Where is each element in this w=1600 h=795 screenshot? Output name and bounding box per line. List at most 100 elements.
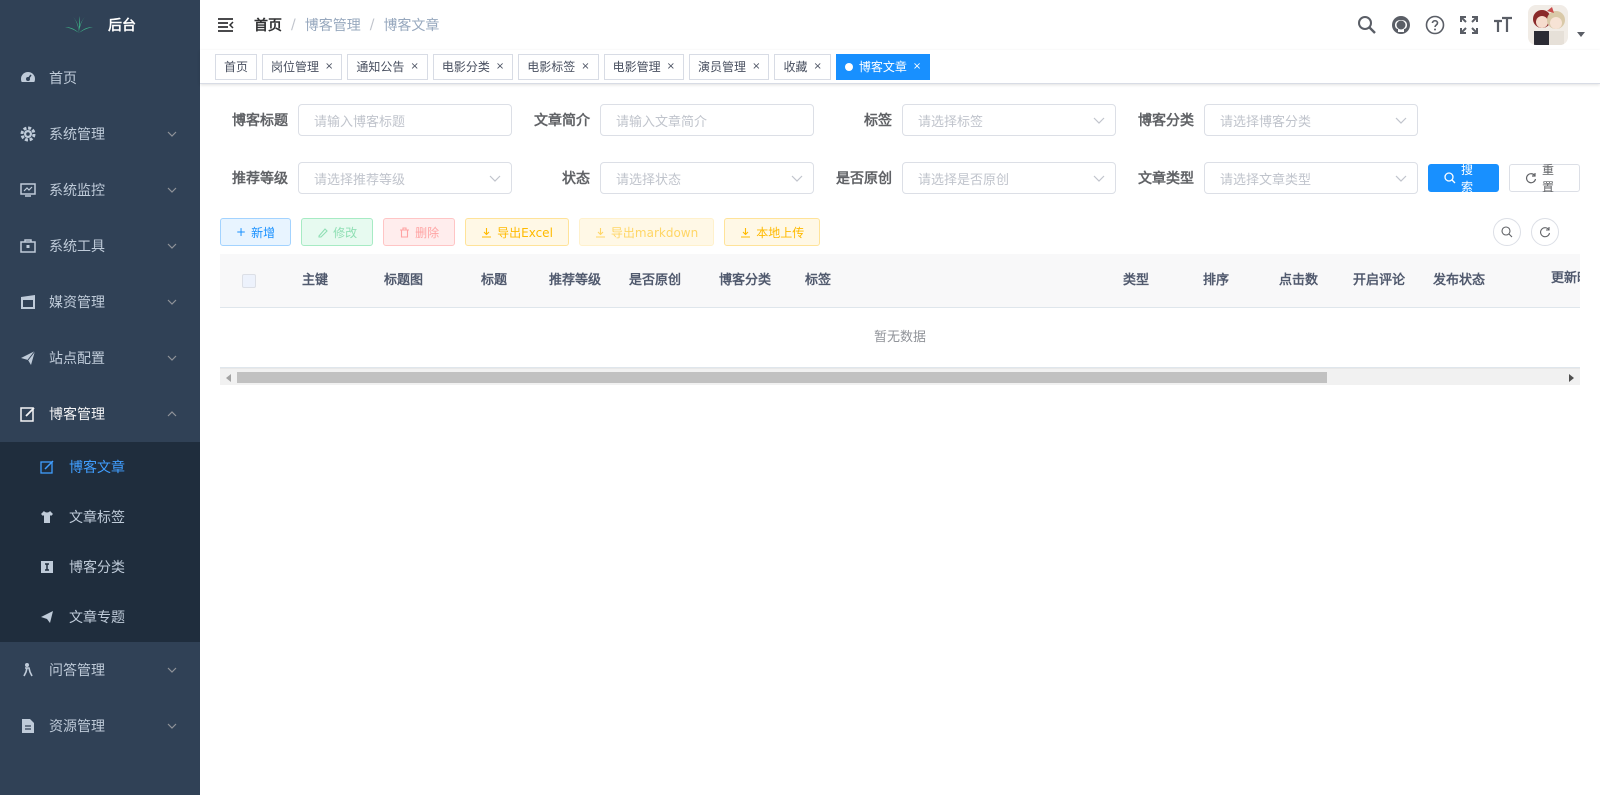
status-select[interactable]: 请选择状态 (600, 162, 814, 194)
tag-movie-tag[interactable]: 电影标签 × (518, 53, 599, 80)
github-icon[interactable] (1390, 14, 1412, 36)
close-icon[interactable]: × (410, 55, 418, 79)
sidebar-item-home[interactable]: 首页 (0, 50, 200, 106)
export-markdown-label: 导出markdown (610, 225, 699, 240)
close-icon[interactable]: × (813, 55, 821, 79)
sidebar-item-site[interactable]: 站点配置 (0, 330, 200, 386)
breadcrumb-blog-article: 博客文章 (383, 18, 440, 34)
local-upload-button[interactable]: 本地上传 (724, 218, 821, 246)
search-icon (1501, 226, 1513, 238)
chevron-down-icon (167, 131, 177, 137)
sidebar-item-blog-article[interactable]: 博客文章 (0, 442, 200, 492)
col-header-sort: 排序 (1203, 273, 1230, 288)
select-all-checkbox[interactable] (242, 274, 256, 288)
search-form-row-2: 推荐等级 请选择推荐等级 状态 请选择状态 是否原创 请选择是否原创 文章类型 … (220, 162, 1580, 194)
edit-icon (40, 460, 54, 474)
tag-label: 通知公告 (356, 59, 405, 74)
tag-home[interactable]: 首页 (215, 53, 258, 80)
font-size-icon[interactable] (1492, 14, 1514, 36)
send-icon (20, 350, 36, 366)
tag-select[interactable]: 请选择标签 (902, 104, 1116, 136)
col-header-tag: 标签 (805, 273, 832, 288)
sidebar-item-blog-category[interactable]: 博客分类 (0, 542, 200, 592)
download-icon (481, 227, 492, 238)
sidebar-item-tools[interactable]: 系统工具 (0, 218, 200, 274)
level-select[interactable]: 请选择推荐等级 (298, 162, 512, 194)
tag-movie-management[interactable]: 电影管理 × (603, 53, 685, 80)
reset-button[interactable]: 重置 (1509, 163, 1580, 194)
summary-input[interactable]: 请输入文章简介 (600, 104, 814, 136)
local-upload-label: 本地上传 (756, 225, 805, 240)
form-item-type: 文章类型 请选择文章类型 (1126, 162, 1428, 194)
avatar[interactable] (1528, 5, 1568, 45)
sidebar-item-article-topic[interactable]: 文章专题 (0, 592, 200, 642)
close-icon[interactable]: × (913, 55, 921, 79)
scroll-right-icon[interactable] (1566, 372, 1576, 383)
hamburger-icon[interactable] (216, 15, 236, 35)
sidebar-item-article-tag[interactable]: 文章标签 (0, 492, 200, 542)
chevron-down-icon (167, 355, 177, 361)
close-icon[interactable]: × (325, 55, 333, 79)
type-select[interactable]: 请选择文章类型 (1204, 162, 1418, 194)
chevron-down-icon (167, 299, 177, 305)
main-area: 首页 / 博客管理 / 博客文章 首页 岗位管理 × 通知公告 × 电影分类 × 电影… (200, 0, 1600, 795)
tag-favorites[interactable]: 收藏 × (774, 53, 831, 80)
trash-icon (399, 226, 410, 238)
sidebar-item-qa[interactable]: 问答管理 (0, 642, 200, 698)
add-button[interactable]: + 新增 (220, 218, 292, 246)
monitor-icon (20, 182, 36, 198)
export-excel-button[interactable]: 导出Excel (465, 218, 569, 246)
edit-icon (317, 227, 328, 238)
caret-down-icon[interactable] (1576, 29, 1586, 39)
logo[interactable]: 后台 (0, 0, 200, 50)
chevron-down-icon (1395, 117, 1407, 124)
search-button[interactable]: 搜索 (1428, 163, 1499, 194)
sidebar-item-label: 问答管理 (49, 663, 105, 679)
scrollbar-thumb[interactable] (237, 372, 1327, 383)
breadcrumb-home[interactable]: 首页 (254, 15, 282, 35)
fullscreen-icon[interactable] (1458, 14, 1480, 36)
close-icon[interactable]: × (667, 55, 675, 79)
reset-button-label: 重置 (1542, 163, 1555, 194)
blog-title-input[interactable]: 请输入博客标题 (298, 104, 512, 136)
help-icon[interactable] (1424, 14, 1446, 36)
breadcrumb-separator: / (369, 17, 375, 33)
close-icon[interactable]: × (496, 55, 504, 79)
search-icon[interactable] (1356, 14, 1378, 36)
scroll-left-icon[interactable] (224, 372, 234, 383)
tag-notice[interactable]: 通知公告 × (347, 53, 428, 80)
tshirt-icon (40, 510, 54, 524)
placeholder: 请选择文章类型 (1220, 172, 1312, 188)
toggle-search-button[interactable] (1493, 218, 1521, 246)
horizontal-scrollbar[interactable] (220, 368, 1580, 385)
category-select[interactable]: 请选择博客分类 (1204, 104, 1418, 136)
summary-label: 文章简介 (534, 113, 590, 129)
sidebar-item-resource[interactable]: 资源管理 (0, 698, 200, 754)
status-label: 状态 (562, 171, 590, 187)
edit-button[interactable]: 修改 (301, 218, 374, 246)
delete-button[interactable]: 删除 (383, 218, 456, 246)
breadcrumb-separator: / (291, 17, 296, 33)
sidebar-item-label: 文章标签 (69, 510, 125, 526)
download-icon (740, 227, 751, 238)
sidebar-item-monitor[interactable]: 系统监控 (0, 162, 200, 218)
sidebar-item-label: 系统工具 (49, 239, 105, 255)
close-icon[interactable]: × (752, 55, 760, 79)
sidebar-item-media[interactable]: 媒资管理 (0, 274, 200, 330)
tag-blog-article[interactable]: 博客文章 × (835, 53, 931, 80)
tag-actor-management[interactable]: 演员管理 × (689, 53, 770, 80)
sidebar-item-blog[interactable]: 博客管理 (0, 386, 200, 442)
form-item-tag: 标签 请选择标签 (824, 104, 1126, 136)
sidebar-item-label: 首页 (49, 71, 77, 87)
tag-label: 电影管理 (612, 59, 661, 74)
original-select[interactable]: 请选择是否原创 (902, 162, 1116, 194)
tag-movie-category[interactable]: 电影分类 × (432, 53, 514, 80)
edit-icon (20, 406, 36, 422)
refresh-button[interactable] (1531, 218, 1559, 246)
form-item-original: 是否原创 请选择是否原创 (824, 162, 1126, 194)
tag-post[interactable]: 岗位管理 × (262, 53, 343, 80)
export-markdown-button[interactable]: 导出markdown (578, 218, 715, 246)
sidebar-item-label: 文章专题 (69, 610, 125, 626)
sidebar-item-system[interactable]: 系统管理 (0, 106, 200, 162)
close-icon[interactable]: × (581, 55, 589, 79)
